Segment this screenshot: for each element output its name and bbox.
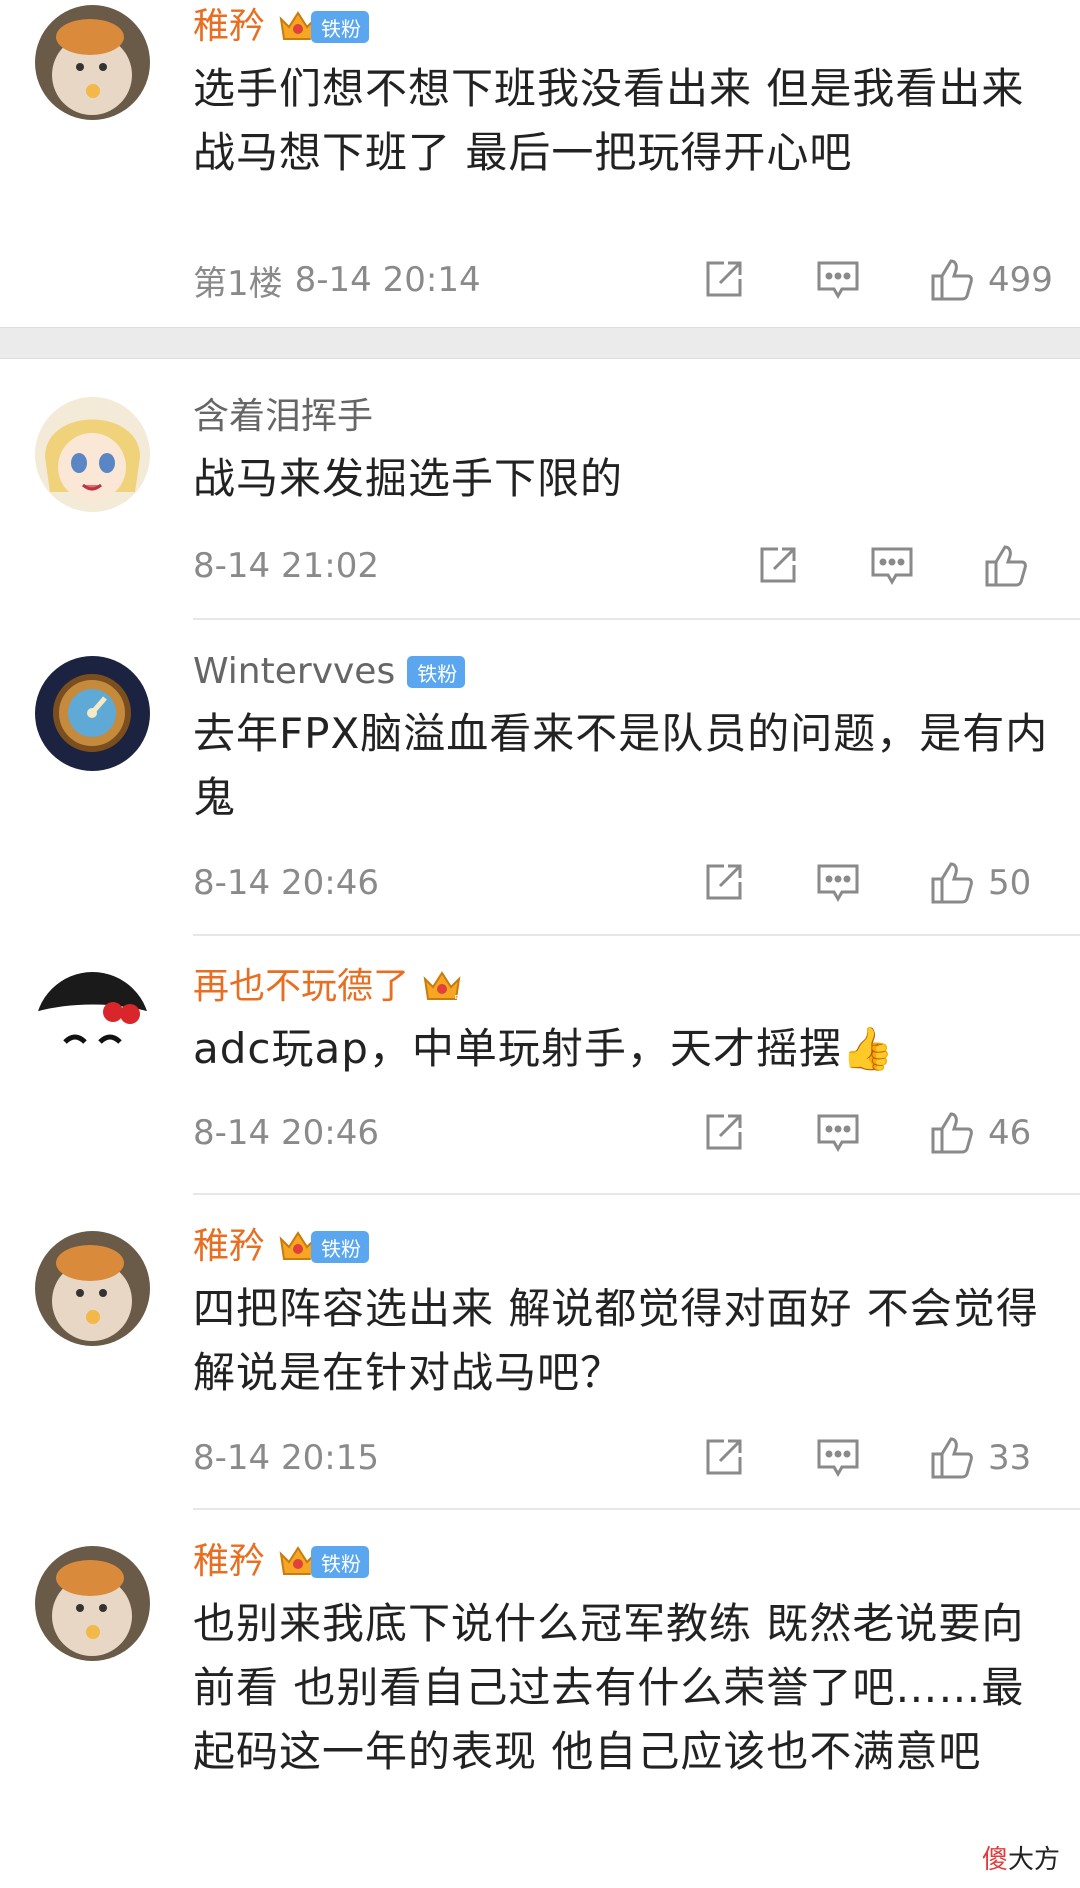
reply-button[interactable] (816, 259, 930, 301)
share-icon (702, 259, 744, 301)
comment-icon (816, 862, 860, 904)
watermark: 傻大方 (982, 1839, 1060, 1876)
comment-feed: 稚矜 6 铁粉 选手们想不想下班我没看出来 但是我看出来战马想下班了 最后一把玩… (0, 0, 1080, 1888)
comment-2: 含着泪挥手 战马来发掘选手下限的 8-14 21:02 (0, 395, 1080, 620)
fan-badge: 铁粉 (407, 656, 466, 688)
comment-text: adc玩ap，中单玩射手，天才摇摆👍 (193, 1024, 896, 1073)
watermark-part-2: 大方 (1007, 1845, 1060, 1875)
thumbs-up-icon (930, 861, 974, 905)
like-count: 499 (988, 260, 1053, 300)
avatar[interactable] (35, 397, 150, 512)
avatar[interactable] (35, 5, 150, 120)
username[interactable]: 再也不玩德了 (193, 963, 409, 1011)
timestamp: 8-14 20:46 (193, 863, 379, 903)
reply-button[interactable] (870, 545, 984, 587)
username[interactable]: 含着泪挥手 (193, 393, 373, 441)
username[interactable]: 稚矜 (193, 1223, 265, 1271)
divider (193, 934, 1080, 936)
like-button[interactable] (984, 544, 1040, 588)
like-count: 33 (988, 1438, 1032, 1478)
like-count: 50 (988, 863, 1032, 903)
watermark-part-1: 傻 (981, 1845, 1008, 1875)
share-icon (702, 1437, 744, 1479)
comment-5: 稚矜 6 铁粉 四把阵容选出来 解说都觉得对面好 不会觉得解说是在针对战马吧？ … (0, 1225, 1080, 1510)
comment-text: 去年FPX脑溢血看来不是队员的问题，是有内鬼 (193, 709, 1049, 822)
thumbs-up-icon (984, 544, 1028, 588)
avatar[interactable] (35, 1231, 150, 1346)
timestamp: 8-14 20:15 (193, 1438, 379, 1478)
comment-icon (816, 1437, 860, 1479)
comment-text: 也别来我底下说什么冠军教练 既然老说要向前看 也别看自己过去有什么荣誉了吧……最… (193, 1599, 1025, 1776)
like-button[interactable]: 46 (930, 1111, 1040, 1155)
thumbs-up-icon (930, 258, 974, 302)
comment-text: 选手们想不想下班我没看出来 但是我看出来战马想下班了 最后一把玩得开心吧 (193, 64, 1025, 177)
fan-badge: 铁粉 (311, 1231, 370, 1263)
divider (193, 1193, 1080, 1195)
share-icon (756, 545, 798, 587)
floor-label: 第1楼 (193, 263, 283, 304)
username[interactable]: Wintervves (193, 648, 395, 696)
divider (193, 618, 1080, 620)
comment-text: 战马来发掘选手下限的 (193, 454, 624, 503)
comment-icon (870, 545, 914, 587)
comment-1: 稚矜 6 铁粉 选手们想不想下班我没看出来 但是我看出来战马想下班了 最后一把玩… (0, 0, 1080, 330)
thumbs-up-icon (930, 1111, 974, 1155)
avatar[interactable] (35, 656, 150, 771)
fan-badge: 铁粉 (311, 11, 370, 43)
timestamp: 8-14 20:46 (193, 1113, 379, 1153)
share-icon (702, 1112, 744, 1154)
share-icon (702, 862, 744, 904)
like-button[interactable]: 50 (930, 861, 1040, 905)
username[interactable]: 稚矜 (193, 1538, 265, 1586)
share-button[interactable] (756, 545, 870, 587)
reply-button[interactable] (816, 862, 930, 904)
avatar[interactable] (35, 1546, 150, 1661)
share-button[interactable] (702, 862, 816, 904)
share-button[interactable] (702, 259, 816, 301)
section-gap (0, 327, 1080, 359)
comment-6: 稚矜 6 铁粉 也别来我底下说什么冠军教练 既然老说要向前看 也别看自己过去有什… (0, 1540, 1080, 1888)
avatar[interactable] (35, 972, 150, 1087)
like-button[interactable]: 499 (930, 258, 1053, 302)
reply-button[interactable] (816, 1437, 930, 1479)
divider (193, 1508, 1080, 1510)
comment-icon (816, 259, 860, 301)
svg-text:5: 5 (454, 993, 461, 1005)
share-button[interactable] (702, 1112, 816, 1154)
like-count: 46 (988, 1113, 1032, 1153)
share-button[interactable] (702, 1437, 816, 1479)
timestamp: 8-14 20:14 (294, 260, 481, 300)
timestamp: 8-14 21:02 (193, 546, 379, 586)
reply-button[interactable] (816, 1112, 930, 1154)
comment-3: Wintervves 铁粉 去年FPX脑溢血看来不是队员的问题，是有内鬼 8-1… (0, 650, 1080, 935)
crown-icon: 5 (421, 969, 463, 1005)
comment-text: 四把阵容选出来 解说都觉得对面好 不会觉得解说是在针对战马吧？ (193, 1284, 1039, 1397)
like-button[interactable]: 33 (930, 1436, 1040, 1480)
comment-icon (816, 1112, 860, 1154)
fan-badge: 铁粉 (311, 1546, 370, 1578)
thumbs-up-icon (930, 1436, 974, 1480)
username[interactable]: 稚矜 (193, 3, 265, 51)
comment-4: 再也不玩德了 5 adc玩ap，中单玩射手，天才摇摆👍 8-14 20:46 4… (0, 965, 1080, 1190)
